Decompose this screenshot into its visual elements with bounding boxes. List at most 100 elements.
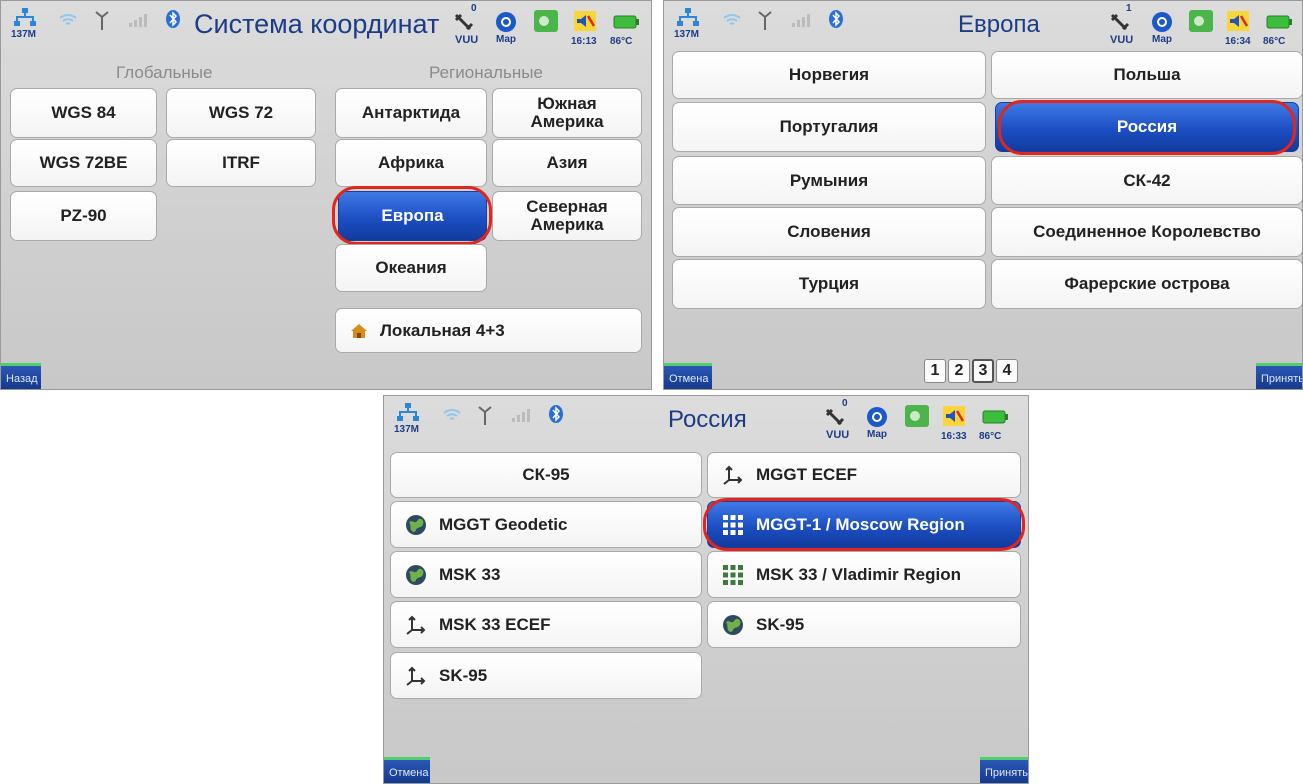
- asia-button[interactable]: Азия: [492, 139, 642, 187]
- norway-button[interactable]: Норвегия: [672, 51, 986, 99]
- temperature: 86°C: [1263, 36, 1286, 47]
- mggt-1-moscow-region-label: MGGT-1 / Moscow Region: [756, 514, 965, 534]
- screen-russia: 137M Россия 0 VUU Map 16:33 86°C СК-95 M…: [383, 395, 1029, 784]
- sk42-button[interactable]: СК-42: [991, 156, 1302, 205]
- sk95-ecef-button[interactable]: SK-95: [390, 652, 702, 699]
- page-title: Европа: [958, 11, 1040, 38]
- satellite-count: 1: [1126, 3, 1132, 14]
- north-america-button[interactable]: Северная Америка: [492, 191, 642, 241]
- accept-button[interactable]: Принять: [1256, 363, 1302, 389]
- mggt-geodetic-label: MGGT Geodetic: [439, 514, 568, 534]
- map-label: Map: [496, 34, 516, 45]
- south-america-button[interactable]: Южная Америка: [492, 88, 642, 138]
- page-3-button[interactable]: 3: [972, 359, 994, 383]
- africa-button[interactable]: Африка: [335, 139, 487, 187]
- page-1-button[interactable]: 1: [924, 359, 946, 383]
- speaker-icon: [573, 10, 597, 37]
- faroe-islands-button[interactable]: Фарерские острова: [991, 259, 1302, 309]
- romania-button[interactable]: Румыния: [672, 156, 986, 205]
- msk33-vladimir-region-label: MSK 33 / Vladimir Region: [756, 564, 961, 584]
- msk33-vladimir-region-button[interactable]: MSK 33 / Vladimir Region: [707, 551, 1021, 598]
- satellite-count: 0: [471, 3, 477, 14]
- antarctica-button[interactable]: Антарктида: [335, 88, 487, 138]
- gps-status-icon: [533, 9, 559, 38]
- gps-status-icon: [904, 404, 930, 433]
- antenna-icon: [756, 9, 774, 36]
- battery-icon: [613, 15, 639, 34]
- map-label: Map: [1152, 34, 1172, 45]
- mggt-ecef-button[interactable]: MGGT ECEF: [707, 452, 1021, 498]
- msk33-button[interactable]: MSK 33: [390, 551, 702, 598]
- temperature: 86°C: [610, 36, 633, 47]
- grid-icon: [722, 514, 744, 536]
- battery-icon: [1266, 15, 1292, 34]
- poland-button[interactable]: Польша: [991, 51, 1302, 99]
- regional-label: Региональные: [429, 63, 543, 82]
- page-title: Россия: [668, 406, 747, 433]
- axes-icon: [405, 665, 427, 687]
- mggt-geodetic-button[interactable]: MGGT Geodetic: [390, 501, 702, 548]
- back-button[interactable]: Назад: [1, 363, 41, 389]
- globe-icon: [405, 564, 427, 586]
- russia-button[interactable]: Россия: [995, 102, 1299, 152]
- wgs72-button[interactable]: WGS 72: [166, 88, 316, 138]
- europe-button[interactable]: Европа: [338, 191, 487, 241]
- signal-icon: [129, 13, 149, 32]
- bluetooth-icon: [548, 404, 564, 429]
- antenna-icon: [476, 404, 494, 431]
- oceania-button[interactable]: Океания: [335, 244, 487, 292]
- wifi-icon: [58, 11, 78, 34]
- axes-icon: [405, 614, 427, 636]
- page-2-button[interactable]: 2: [948, 359, 970, 383]
- mggt-1-moscow-region-button[interactable]: MGGT-1 / Moscow Region: [707, 501, 1021, 548]
- local-4-3-button[interactable]: Локальная 4+3: [335, 308, 642, 353]
- portugal-button[interactable]: Португалия: [672, 102, 986, 152]
- itrf-button[interactable]: ITRF: [166, 139, 316, 187]
- globe-icon: [722, 614, 744, 636]
- accept-button[interactable]: Принять: [980, 757, 1028, 783]
- clock: 16:33: [941, 431, 967, 442]
- wgs72be-button[interactable]: WGS 72BE: [10, 139, 157, 187]
- global-label: Глобальные: [116, 63, 213, 82]
- ck95-button[interactable]: СК-95: [390, 452, 702, 498]
- sk95-geodetic-button[interactable]: SK-95: [707, 601, 1021, 648]
- vuu-label: VUU: [455, 34, 479, 46]
- page-4-button[interactable]: 4: [996, 359, 1018, 383]
- status-bar: 137M Европа 1 VUU Map 16:34 86°C: [664, 1, 1302, 55]
- wifi-icon: [442, 406, 462, 429]
- wgs84-button[interactable]: WGS 84: [10, 88, 157, 138]
- vuu-label: VUU: [826, 429, 850, 441]
- temperature: 86°C: [979, 431, 1002, 442]
- page-title: Система координат: [194, 9, 440, 39]
- speaker-icon: [942, 405, 966, 432]
- cancel-button[interactable]: Отмена: [664, 363, 712, 389]
- slovenia-button[interactable]: Словения: [672, 207, 986, 257]
- msk33-label: MSK 33: [439, 564, 501, 584]
- clock: 16:34: [1225, 36, 1251, 47]
- msk33-ecef-button[interactable]: MSK 33 ECEF: [390, 601, 702, 648]
- network-label: 137M: [674, 29, 700, 40]
- bluetooth-icon: [828, 9, 844, 34]
- screen-europe: 137M Европа 1 VUU Map 16:34 86°C Норвеги…: [663, 0, 1303, 390]
- speaker-icon: [1226, 10, 1250, 37]
- vuu-label: VUU: [1110, 34, 1134, 46]
- local-4-3-label: Локальная 4+3: [380, 320, 505, 340]
- antenna-icon: [93, 9, 111, 36]
- sk95-ecef-label: SK-95: [439, 665, 488, 685]
- gps-status-icon: [1188, 9, 1214, 38]
- map-label: Map: [867, 429, 887, 440]
- bluetooth-icon: [165, 9, 181, 34]
- status-bar: 137M Россия 0 VUU Map 16:33 86°C: [384, 396, 1028, 450]
- grid-icon: [722, 564, 744, 586]
- signal-icon: [792, 13, 812, 32]
- clock: 16:13: [571, 36, 597, 47]
- cancel-button[interactable]: Отмена: [384, 757, 430, 783]
- status-bar: 137M Система координат 0 VUU Map 16:13 8…: [1, 1, 651, 55]
- united-kingdom-button[interactable]: Соединенное Королевство: [991, 207, 1302, 257]
- battery-icon: [982, 410, 1008, 429]
- pz90-button[interactable]: PZ-90: [10, 191, 157, 241]
- home-icon: [350, 322, 368, 340]
- globe-icon: [405, 514, 427, 536]
- turkey-button[interactable]: Турция: [672, 259, 986, 309]
- screen-coordinate-system: 137M Система координат 0 VUU Map 16:13 8…: [0, 0, 652, 390]
